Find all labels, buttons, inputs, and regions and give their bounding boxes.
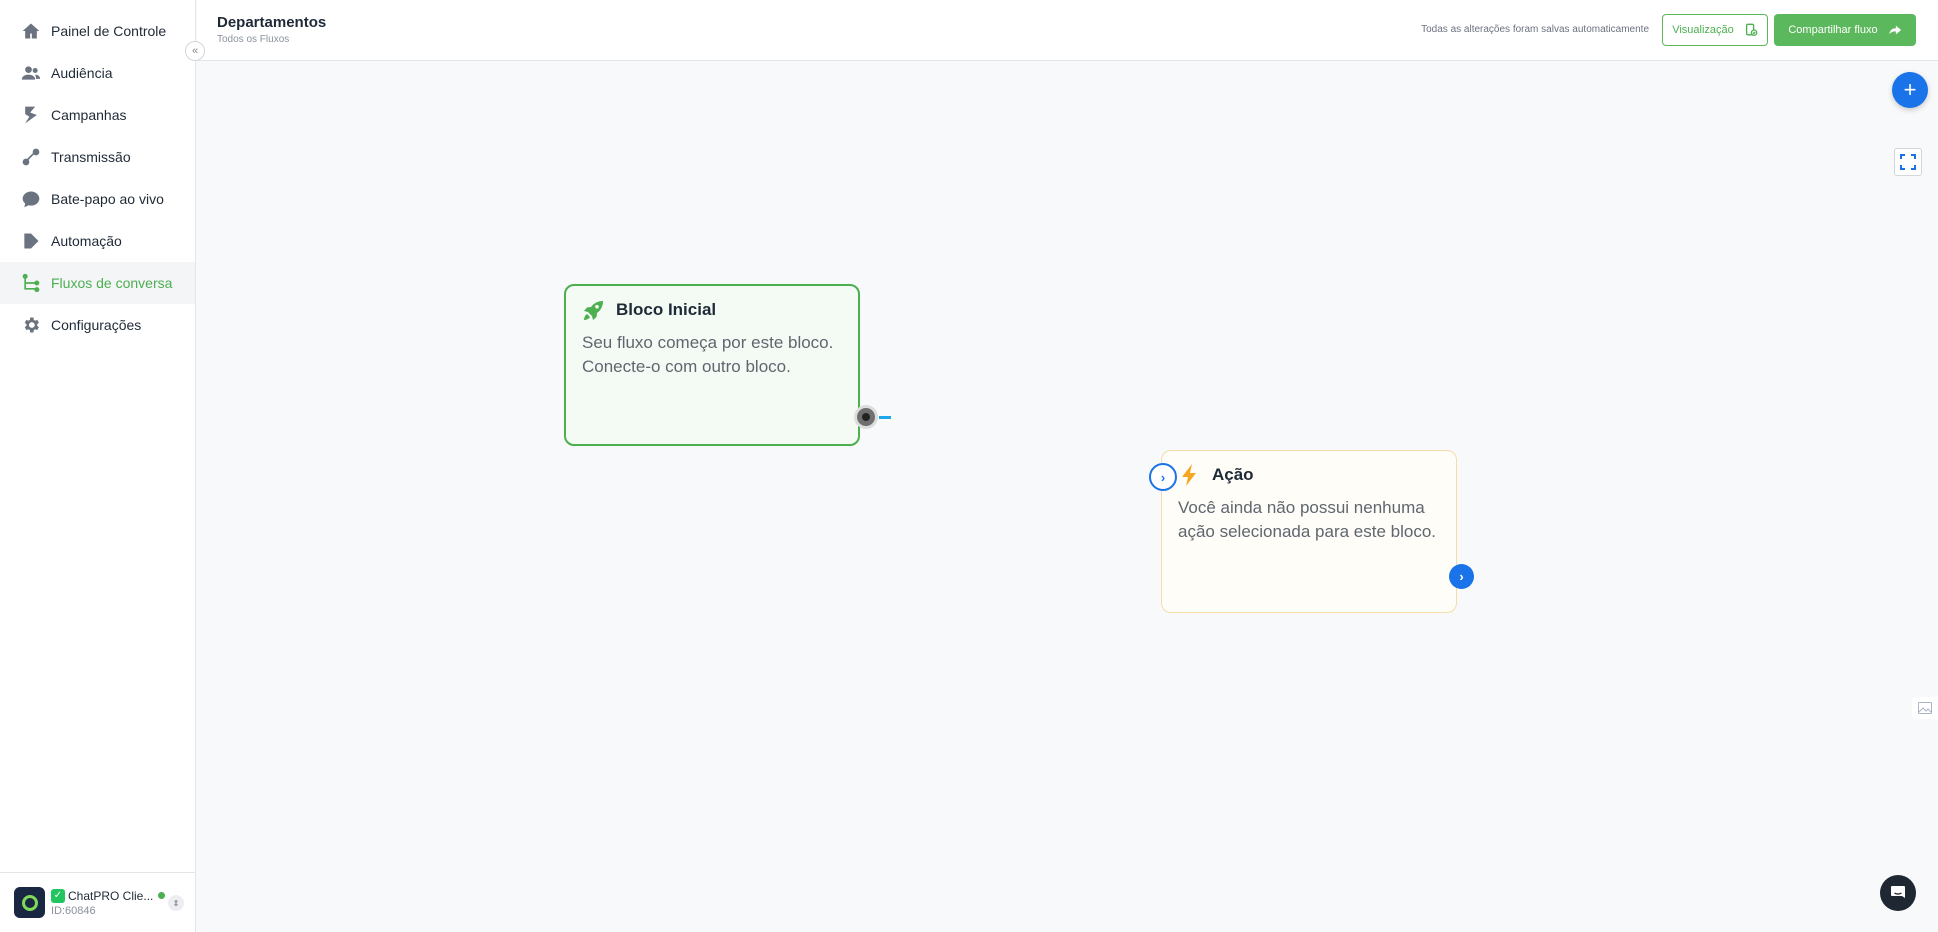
sidebar-collapse-button[interactable]: « bbox=[185, 41, 205, 61]
phone-preview-icon bbox=[1744, 23, 1758, 37]
start-block-output-port[interactable] bbox=[854, 405, 878, 429]
share-flow-button-label: Compartilhar fluxo bbox=[1788, 24, 1878, 36]
online-status-dot bbox=[158, 892, 166, 899]
share-arrow-icon bbox=[1888, 23, 1902, 37]
rocket-icon bbox=[582, 298, 616, 322]
connector-handle[interactable] bbox=[879, 416, 891, 419]
page-title: Departamentos bbox=[217, 14, 327, 31]
breadcrumb-all-flows[interactable]: Todos os Fluxos bbox=[217, 34, 289, 45]
share-flow-button[interactable]: Compartilhar fluxo bbox=[1774, 14, 1916, 46]
chat-icon bbox=[1889, 884, 1907, 902]
sidebar-item-configuracoes[interactable]: Configurações bbox=[0, 304, 195, 346]
users-icon bbox=[21, 63, 41, 83]
start-block[interactable]: Bloco Inicial Seu fluxo começa por este … bbox=[564, 284, 860, 446]
image-icon bbox=[1918, 702, 1932, 714]
broadcast-icon bbox=[21, 147, 41, 167]
campaign-icon bbox=[21, 105, 41, 125]
account-info: ✓ ChatPRO Clie... ID:60846 bbox=[51, 888, 166, 917]
support-chat-button[interactable] bbox=[1880, 875, 1916, 911]
gear-icon bbox=[21, 315, 41, 335]
fit-to-screen-button[interactable] bbox=[1894, 148, 1922, 176]
sidebar-item-label: Automação bbox=[51, 233, 122, 249]
sidebar-item-bate-papo[interactable]: Bate-papo ao vivo bbox=[0, 178, 195, 220]
action-block-description: Você ainda não possui nenhuma ação selec… bbox=[1178, 498, 1437, 541]
sidebar-item-label: Campanhas bbox=[51, 107, 127, 123]
sidebar-item-label: Painel de Controle bbox=[51, 23, 167, 39]
preview-button[interactable]: Visualização bbox=[1662, 14, 1768, 46]
flow-icon bbox=[21, 273, 41, 293]
sidebar-item-label: Fluxos de conversa bbox=[51, 275, 173, 291]
sidebar-item-label: Configurações bbox=[51, 317, 142, 333]
start-block-description: Seu fluxo começa por este bloco. Conecte… bbox=[582, 333, 834, 376]
verified-check-icon: ✓ bbox=[51, 888, 65, 903]
minimap-toggle[interactable] bbox=[1912, 697, 1938, 719]
automation-icon bbox=[21, 231, 41, 251]
account-id: ID:60846 bbox=[51, 904, 96, 917]
autosave-status: Todas as alterações foram salvas automat… bbox=[1421, 24, 1649, 35]
header: Departamentos Todos os Fluxos Todas as a… bbox=[197, 0, 1938, 61]
action-block-title: Ação bbox=[1212, 465, 1254, 484]
account-logo bbox=[14, 887, 45, 918]
account-name: ChatPRO Clie... bbox=[68, 888, 154, 903]
sidebar-item-fluxos[interactable]: Fluxos de conversa bbox=[0, 262, 195, 304]
sidebar-item-automacao[interactable]: Automação bbox=[0, 220, 195, 262]
expand-icon bbox=[1900, 154, 1916, 170]
action-block-input-port[interactable]: › bbox=[1149, 463, 1177, 491]
sidebar-item-label: Bate-papo ao vivo bbox=[51, 191, 164, 207]
preview-button-label: Visualização bbox=[1672, 24, 1734, 36]
action-block-output-port[interactable]: › bbox=[1449, 564, 1474, 589]
account-name-row: ✓ ChatPRO Clie... bbox=[51, 888, 166, 903]
flow-canvas[interactable] bbox=[197, 61, 1938, 932]
sidebar-item-transmissao[interactable]: Transmissão bbox=[0, 136, 195, 178]
action-block-header: Ação bbox=[1178, 463, 1440, 487]
start-block-title: Bloco Inicial bbox=[616, 300, 717, 319]
sidebar-item-label: Transmissão bbox=[51, 149, 131, 165]
sidebar-item-campanhas[interactable]: Campanhas bbox=[0, 94, 195, 136]
sidebar: Painel de Controle Audiência Campanhas T… bbox=[0, 0, 196, 932]
lightning-icon bbox=[1178, 463, 1212, 487]
action-block[interactable]: Ação Você ainda não possui nenhuma ação … bbox=[1161, 450, 1457, 613]
sidebar-nav: Painel de Controle Audiência Campanhas T… bbox=[0, 0, 195, 346]
sidebar-item-audiencia[interactable]: Audiência bbox=[0, 52, 195, 94]
chat-bubble-icon bbox=[21, 189, 41, 209]
account-switcher[interactable]: ✓ ChatPRO Clie... ID:60846 ⇕ bbox=[0, 872, 196, 932]
sidebar-item-painel[interactable]: Painel de Controle bbox=[0, 10, 195, 52]
home-icon bbox=[21, 21, 41, 41]
account-expand-icon[interactable]: ⇕ bbox=[168, 895, 184, 911]
start-block-header: Bloco Inicial bbox=[582, 298, 842, 322]
sidebar-item-label: Audiência bbox=[51, 65, 113, 81]
add-block-button[interactable]: + bbox=[1892, 72, 1928, 108]
